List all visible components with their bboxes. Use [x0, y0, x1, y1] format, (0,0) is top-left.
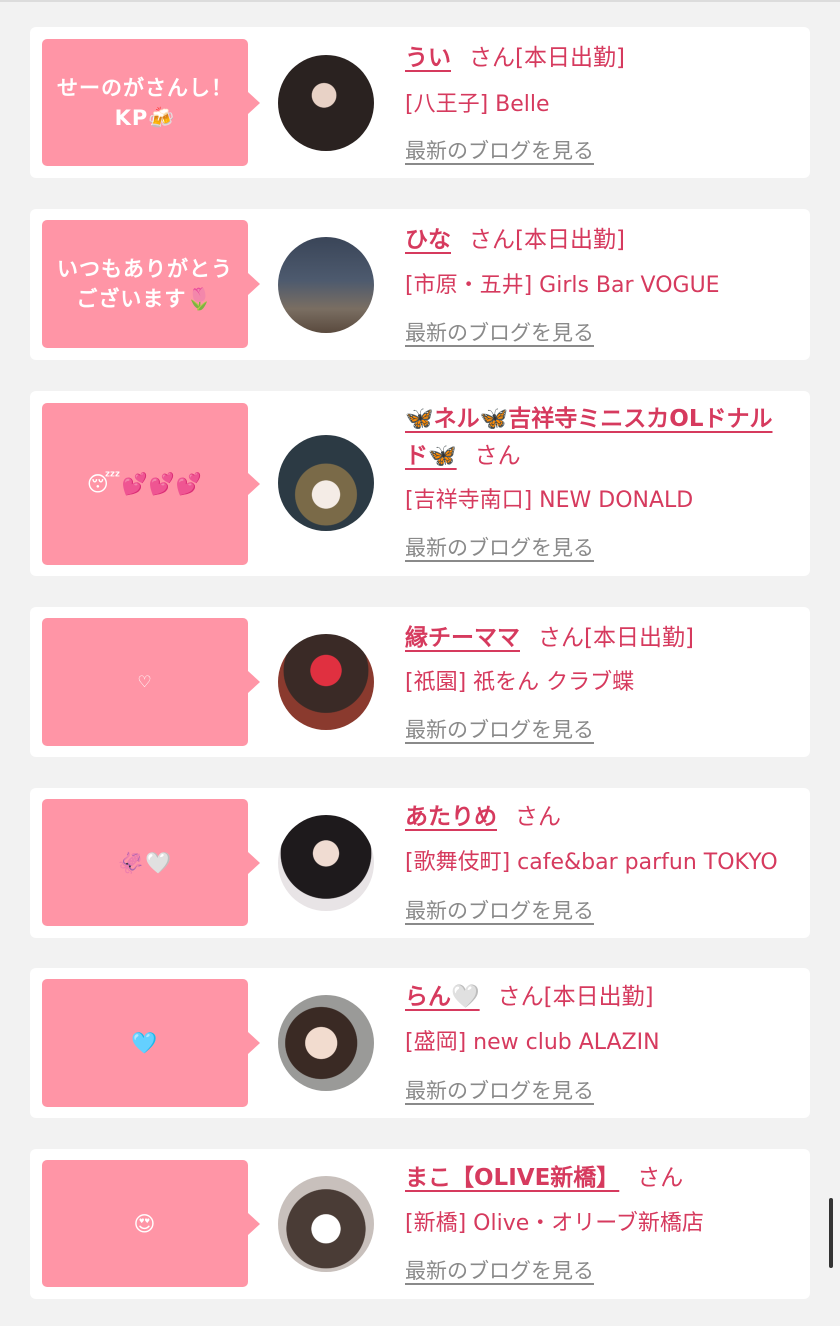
avatar[interactable] — [278, 1176, 374, 1272]
message-bubble: せーのがさんし！ KP🍻 — [42, 39, 260, 166]
shop-name: [市原・五井] Girls Bar VOGUE — [405, 273, 720, 298]
cast-name-link[interactable]: まこ【OLIVE新橋】 — [405, 1165, 619, 1191]
list-item: 🩵 らん🤍 さん[本日出勤] [盛岡] new club ALAZIN 最新のブロ… — [30, 968, 810, 1118]
blog-link[interactable]: 最新のブログを見る — [405, 317, 594, 347]
scrollbar[interactable] — [829, 1198, 833, 1268]
message-bubble: ♡ — [42, 618, 260, 746]
name-line: 縁チーママ さん[本日出勤] — [405, 620, 795, 657]
list-item: ♡ 縁チーママ さん[本日出勤] [祇園] 祇をん クラブ蝶 最新のブログを見る — [30, 607, 810, 757]
shop-name: [歌舞伎町] cafe&bar parfun TOKYO — [405, 850, 778, 875]
blog-link[interactable]: 最新のブログを見る — [405, 895, 594, 925]
list-item: 🦑🤍 あたりめ さん [歌舞伎町] cafe&bar parfun TOKYO 最… — [30, 788, 810, 938]
name-suffix: さん[本日出勤] — [469, 227, 625, 253]
avatar[interactable] — [278, 634, 374, 730]
shop-name: [新橋] Olive・オリーブ新橋店 — [405, 1211, 704, 1236]
message-bubble: 😍 — [42, 1160, 260, 1287]
name-suffix: さん — [474, 443, 521, 469]
cast-name-link[interactable]: らん🤍 — [405, 984, 480, 1010]
top-divider — [0, 0, 840, 2]
name-suffix: さん — [515, 804, 561, 830]
name-line: らん🤍 さん[本日出勤] — [405, 979, 795, 1016]
name-line: あたりめ さん — [405, 799, 795, 836]
message-bubble: 😴💕💕💕 — [42, 403, 260, 565]
name-suffix: さん[本日出勤] — [469, 45, 625, 71]
message-bubble: いつもありがとう ございます🌷 — [42, 220, 260, 348]
avatar[interactable] — [278, 55, 374, 151]
blog-link[interactable]: 最新のブログを見る — [405, 1255, 594, 1285]
name-line: うい さん[本日出勤] — [405, 40, 795, 77]
cast-name-link[interactable]: ひな — [405, 227, 451, 253]
avatar[interactable] — [278, 237, 374, 333]
shop-name: [盛岡] new club ALAZIN — [405, 1030, 660, 1055]
blog-link[interactable]: 最新のブログを見る — [405, 135, 594, 165]
name-suffix: さん[本日出勤] — [497, 984, 654, 1010]
list-item: 😴💕💕💕 🦋ネル🦋吉祥寺ミニスカOLドナルド🦋 さん [吉祥寺南口] NEW DO… — [30, 391, 810, 576]
avatar[interactable] — [278, 995, 374, 1091]
blog-link[interactable]: 最新のブログを見る — [405, 714, 594, 744]
list-item: せーのがさんし！ KP🍻 うい さん[本日出勤] [八王子] Belle 最新のブ… — [30, 27, 810, 178]
list-item: いつもありがとう ございます🌷 ひな さん[本日出勤] [市原・五井] Girls… — [30, 209, 810, 360]
name-suffix: さん[本日出勤] — [538, 625, 694, 651]
cast-name-link[interactable]: 🦋ネル🦋吉祥寺ミニスカOLドナルド🦋 — [405, 406, 772, 469]
name-line: まこ【OLIVE新橋】 さん — [405, 1160, 795, 1197]
list-item: 😍 まこ【OLIVE新橋】 さん [新橋] Olive・オリーブ新橋店 最新のブロ… — [30, 1149, 810, 1299]
cast-name-link[interactable]: あたりめ — [405, 804, 497, 830]
blog-link[interactable]: 最新のブログを見る — [405, 1075, 594, 1105]
avatar[interactable] — [278, 815, 374, 911]
shop-name: [吉祥寺南口] NEW DONALD — [405, 488, 694, 513]
shop-name: [八王子] Belle — [405, 92, 550, 117]
cast-name-link[interactable]: 縁チーママ — [405, 625, 520, 651]
name-line: ひな さん[本日出勤] — [405, 222, 795, 259]
name-line: 🦋ネル🦋吉祥寺ミニスカOLドナルド🦋 さん — [405, 401, 795, 475]
blog-link[interactable]: 最新のブログを見る — [405, 532, 594, 562]
cast-name-link[interactable]: うい — [405, 45, 451, 71]
name-suffix: さん — [637, 1165, 684, 1191]
shop-name: [祇園] 祇をん クラブ蝶 — [405, 670, 635, 695]
avatar[interactable] — [278, 435, 374, 531]
message-bubble: 🩵 — [42, 979, 260, 1107]
message-bubble: 🦑🤍 — [42, 799, 260, 926]
